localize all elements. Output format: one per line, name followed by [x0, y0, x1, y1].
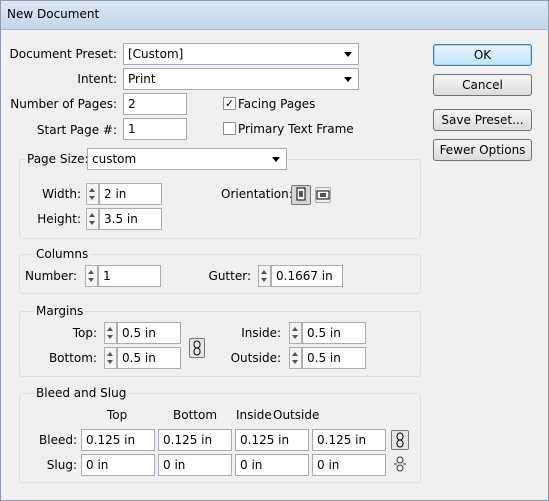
- number-of-pages-field[interactable]: 2: [123, 93, 187, 115]
- ok-button[interactable]: OK: [433, 44, 532, 66]
- bleed-slug-title: Bleed and Slug: [34, 385, 129, 401]
- slug-outside-field[interactable]: 0 in: [312, 454, 386, 476]
- broken-chain-icon: [394, 456, 406, 472]
- slug-bottom-field[interactable]: 0 in: [158, 454, 232, 476]
- primary-text-frame-checkbox[interactable]: [223, 122, 236, 135]
- chevron-down-icon: [344, 77, 352, 82]
- margin-inside-field[interactable]: 0.5 in: [302, 322, 366, 344]
- fewer-options-button[interactable]: Fewer Options: [433, 139, 532, 161]
- margin-outside-field[interactable]: 0.5 in: [302, 347, 366, 369]
- chain-link-icon: [193, 340, 201, 356]
- height-label: Height:: [37, 212, 81, 226]
- bleed-label: Bleed:: [39, 433, 77, 447]
- page-size-select[interactable]: custom: [87, 148, 287, 170]
- intent-value: Print: [128, 72, 156, 86]
- margin-top-field[interactable]: 0.5 in: [117, 322, 181, 344]
- window-title: New Document: [7, 7, 100, 21]
- intent-select[interactable]: Print: [123, 68, 359, 90]
- gutter-field[interactable]: 0.1667 in: [271, 265, 343, 287]
- columns-title: Columns: [34, 246, 91, 262]
- portrait-orientation-button[interactable]: [291, 185, 311, 205]
- chevron-down-icon: [344, 52, 352, 57]
- landscape-icon: [316, 190, 330, 200]
- bleed-link-button[interactable]: [391, 430, 409, 450]
- document-preset-label: Document Preset:: [9, 47, 117, 61]
- orientation-label: Orientation:: [221, 187, 293, 201]
- slug-inside-field[interactable]: 0 in: [235, 454, 309, 476]
- margin-outside-stepper[interactable]: [289, 347, 302, 369]
- start-page-field[interactable]: 1: [123, 118, 187, 140]
- header-top: Top: [107, 408, 128, 422]
- width-stepper[interactable]: [86, 183, 99, 205]
- document-preset-value: [Custom]: [128, 47, 184, 61]
- height-stepper[interactable]: [86, 208, 99, 230]
- margin-bottom-field[interactable]: 0.5 in: [117, 347, 181, 369]
- columns-number-field[interactable]: 1: [98, 265, 161, 287]
- bleed-top-field[interactable]: 0.125 in: [81, 429, 155, 451]
- margins-link-button[interactable]: [189, 338, 205, 358]
- height-field[interactable]: 3.5 in: [99, 208, 162, 230]
- margin-inside-stepper[interactable]: [289, 322, 302, 344]
- page-size-value: custom: [92, 152, 137, 166]
- margin-bottom-label: Bottom:: [48, 351, 97, 365]
- number-of-pages-label: Number of Pages:: [10, 97, 117, 111]
- columns-number-stepper[interactable]: [85, 265, 98, 287]
- intent-label: Intent:: [77, 72, 117, 86]
- title-bar: New Document: [1, 1, 548, 30]
- margin-bottom-stepper[interactable]: [104, 347, 117, 369]
- landscape-orientation-button[interactable]: [315, 187, 331, 203]
- new-document-dialog: New Document Document Preset: [Custom] I…: [0, 0, 549, 501]
- margin-top-label: Top:: [72, 326, 97, 340]
- slug-link-button[interactable]: [393, 456, 407, 472]
- margin-outside-label: Outside:: [230, 351, 281, 365]
- primary-text-frame-label: Primary Text Frame: [238, 122, 354, 136]
- chevron-down-icon: [272, 157, 280, 162]
- facing-pages-checkbox[interactable]: ✓: [223, 97, 236, 110]
- header-inside: Inside: [236, 408, 272, 422]
- facing-pages-label: Facing Pages: [238, 97, 316, 111]
- bleed-outside-field[interactable]: 0.125 in: [312, 429, 386, 451]
- width-field[interactable]: 2 in: [99, 183, 162, 205]
- margin-top-stepper[interactable]: [104, 322, 117, 344]
- gutter-label: Gutter:: [208, 269, 251, 283]
- margin-inside-label: Inside:: [241, 326, 281, 340]
- chain-link-icon: [396, 432, 404, 448]
- header-outside: Outside: [273, 408, 320, 422]
- columns-number-label: Number:: [25, 269, 78, 283]
- start-page-label: Start Page #:: [36, 123, 117, 137]
- portrait-icon: [296, 187, 306, 201]
- bleed-inside-field[interactable]: 0.125 in: [235, 429, 309, 451]
- width-label: Width:: [42, 187, 81, 201]
- save-preset-button[interactable]: Save Preset...: [433, 109, 532, 131]
- page-size-label: Page Size:: [25, 151, 91, 167]
- slug-top-field[interactable]: 0 in: [81, 454, 155, 476]
- gutter-stepper[interactable]: [258, 265, 271, 287]
- header-bottom: Bottom: [173, 408, 218, 422]
- cancel-button[interactable]: Cancel: [433, 74, 532, 96]
- slug-label: Slug:: [46, 458, 77, 472]
- margins-title: Margins: [34, 303, 86, 319]
- bleed-bottom-field[interactable]: 0.125 in: [158, 429, 232, 451]
- document-preset-select[interactable]: [Custom]: [123, 43, 359, 65]
